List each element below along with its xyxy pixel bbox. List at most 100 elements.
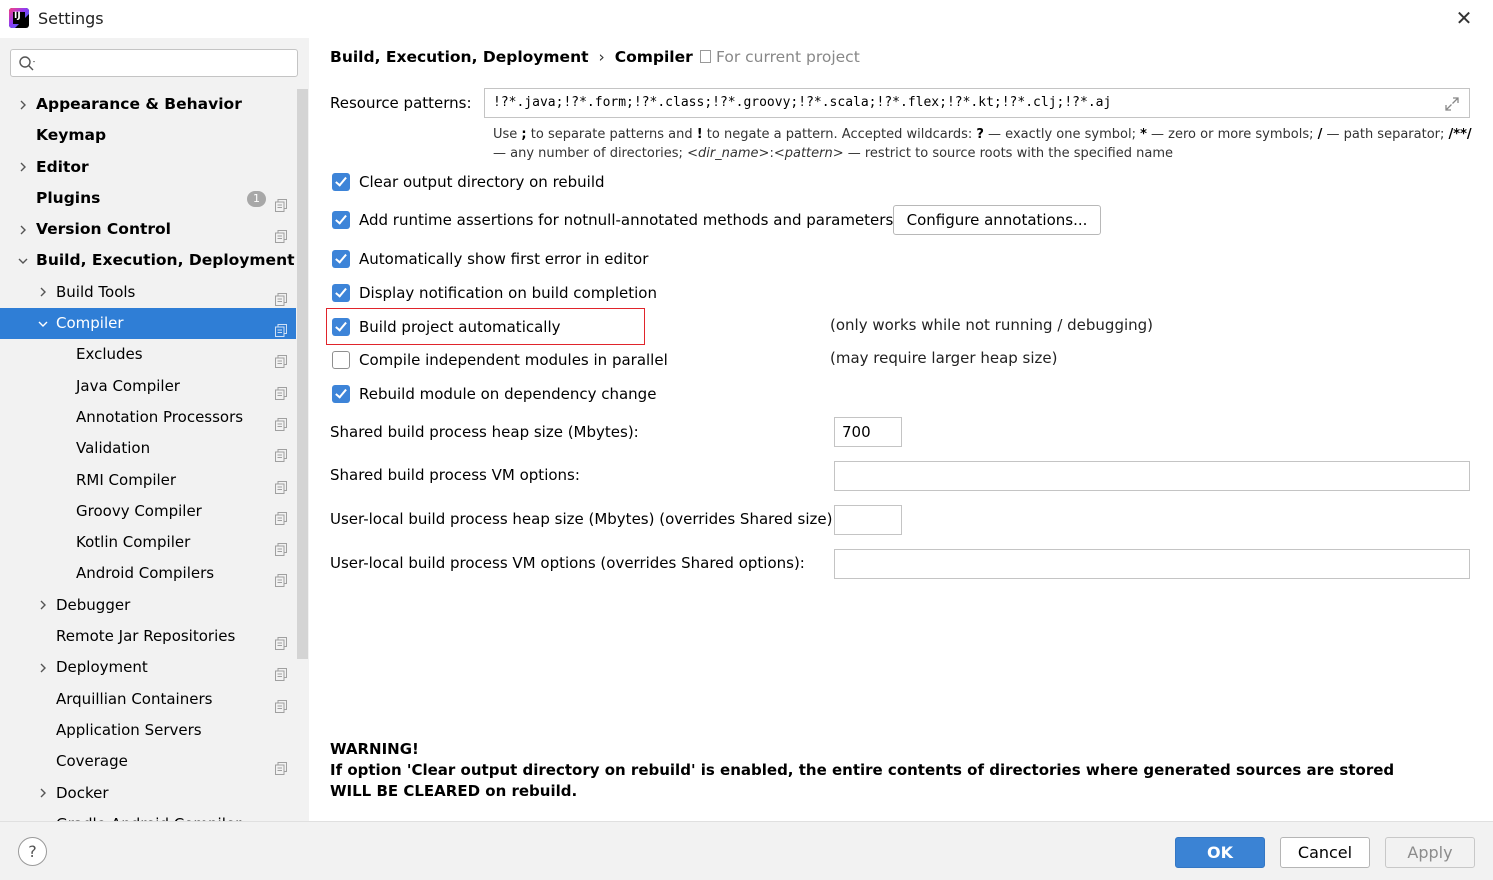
sidebar-item-label: Version Control bbox=[36, 220, 171, 239]
sidebar-item-deployment[interactable]: Deployment bbox=[0, 652, 296, 683]
warning-title: WARNING! bbox=[330, 740, 419, 758]
resource-patterns-input[interactable]: !?*.java;!?*.form;!?*.class;!?*.groovy;!… bbox=[484, 88, 1470, 118]
sidebar-item-label: Arquillian Containers bbox=[56, 689, 213, 708]
project-level-icon bbox=[275, 223, 287, 244]
sidebar-item-android-compilers[interactable]: Android Compilers bbox=[0, 558, 296, 589]
build-automatically-checkbox[interactable] bbox=[332, 318, 350, 336]
window-title: Settings bbox=[38, 9, 104, 28]
sidebar-item-editor[interactable]: Editor bbox=[0, 152, 296, 183]
close-icon[interactable]: ✕ bbox=[1452, 6, 1476, 30]
sidebar-scrollbar-thumb[interactable] bbox=[297, 89, 308, 659]
chevron-right-icon[interactable] bbox=[36, 652, 50, 683]
chevron-right-icon[interactable] bbox=[16, 214, 30, 245]
chevron-right-icon[interactable] bbox=[36, 277, 50, 308]
chevron-down-icon[interactable] bbox=[16, 245, 30, 276]
project-level-icon bbox=[275, 411, 287, 431]
sidebar-item-rmi-compiler[interactable]: RMI Compiler bbox=[0, 465, 296, 496]
shared-vm-input[interactable] bbox=[834, 461, 1470, 491]
configure-annotations-button[interactable]: Configure annotations... bbox=[893, 205, 1101, 235]
clear-output-option[interactable]: Clear output directory on rebuild bbox=[332, 171, 605, 193]
sidebar-item-label: Java Compiler bbox=[76, 376, 180, 395]
clear-output-checkbox[interactable] bbox=[332, 173, 350, 191]
sidebar-item-docker[interactable]: Docker bbox=[0, 778, 296, 809]
sidebar-item-appearance-behavior[interactable]: Appearance & Behavior bbox=[0, 89, 296, 120]
sidebar-item-remote-jar-repositories[interactable]: Remote Jar Repositories bbox=[0, 621, 296, 652]
chevron-down-icon[interactable] bbox=[36, 308, 50, 339]
scope-label: For current project bbox=[716, 48, 860, 66]
rebuild-dependency-checkbox[interactable] bbox=[332, 385, 350, 403]
chevron-right-icon[interactable] bbox=[36, 778, 50, 809]
project-level-icon bbox=[275, 348, 287, 369]
settings-tree: Appearance & Behavior Keymap Editor Plugins… bbox=[0, 89, 296, 821]
sidebar-item-label: RMI Compiler bbox=[76, 470, 177, 489]
user-vm-input[interactable] bbox=[834, 549, 1470, 579]
rebuild-dependency-option[interactable]: Rebuild module on dependency change bbox=[332, 383, 656, 405]
runtime-assertions-checkbox[interactable] bbox=[332, 211, 350, 229]
apply-button[interactable]: Apply bbox=[1385, 837, 1475, 868]
sidebar-item-java-compiler[interactable]: Java Compiler bbox=[0, 371, 296, 402]
sidebar-item-label: Build, Execution, Deployment bbox=[36, 251, 295, 270]
notify-completion-option[interactable]: Display notification on build completion bbox=[332, 282, 657, 304]
project-scope-icon bbox=[700, 50, 711, 63]
warning-text: If option 'Clear output directory on reb… bbox=[330, 761, 1395, 800]
title-bar: IJ Settings ✕ bbox=[0, 0, 1493, 38]
resource-patterns-label: Resource patterns: bbox=[330, 94, 472, 112]
sidebar-item-label: Deployment bbox=[56, 658, 148, 677]
sidebar-item-label: Keymap bbox=[36, 126, 107, 145]
sidebar-item-annotation-processors[interactable]: Annotation Processors bbox=[0, 402, 296, 433]
build-automatically-note: (only works while not running / debuggin… bbox=[830, 316, 1154, 334]
sidebar-item-keymap[interactable]: Keymap bbox=[0, 120, 296, 151]
show-first-error-option[interactable]: Automatically show first error in editor bbox=[332, 248, 648, 270]
project-level-icon bbox=[275, 192, 287, 212]
shared-heap-input[interactable]: 700 bbox=[834, 417, 902, 447]
user-heap-label: User-local build process heap size (Mbyt… bbox=[330, 510, 838, 528]
sidebar-item-plugins[interactable]: Plugins 1 bbox=[0, 183, 296, 214]
sidebar-item-build-tools[interactable]: Build Tools bbox=[0, 277, 296, 308]
sidebar-item-version-control[interactable]: Version Control bbox=[0, 214, 296, 245]
show-first-error-checkbox[interactable] bbox=[332, 250, 350, 268]
chevron-right-icon[interactable] bbox=[36, 590, 50, 621]
sidebar-item-label: Application Servers bbox=[56, 720, 202, 739]
settings-sidebar: Appearance & Behavior Keymap Editor Plugins… bbox=[0, 38, 309, 821]
build-automatically-option[interactable]: Build project automatically bbox=[332, 316, 561, 338]
notify-completion-checkbox[interactable] bbox=[332, 284, 350, 302]
sidebar-item-validation[interactable]: Validation bbox=[0, 433, 296, 464]
chevron-right-icon[interactable] bbox=[16, 89, 30, 120]
project-level-icon bbox=[275, 380, 287, 400]
sidebar-item-label: Plugins bbox=[36, 188, 101, 207]
project-level-icon bbox=[275, 630, 287, 651]
user-heap-input[interactable] bbox=[834, 505, 902, 535]
sidebar-item-label: Coverage bbox=[56, 752, 128, 771]
sidebar-item-groovy-compiler[interactable]: Groovy Compiler bbox=[0, 496, 296, 527]
breadcrumb-separator: › bbox=[598, 48, 605, 66]
sidebar-item-arquillian-containers[interactable]: Arquillian Containers bbox=[0, 684, 296, 715]
intellij-logo-icon: IJ bbox=[9, 8, 29, 28]
cancel-button[interactable]: Cancel bbox=[1280, 837, 1370, 868]
sidebar-item-coverage[interactable]: Coverage bbox=[0, 746, 296, 777]
parallel-compile-option[interactable]: Compile independent modules in parallel bbox=[332, 349, 668, 371]
sidebar-item-compiler[interactable]: Compiler bbox=[0, 308, 296, 340]
search-input[interactable] bbox=[10, 49, 298, 77]
sidebar-item-build-execution-deployment[interactable]: Build, Execution, Deployment bbox=[0, 245, 296, 276]
sidebar-item-gradle-android-compiler[interactable]: Gradle-Android Compiler bbox=[0, 809, 296, 821]
parallel-compile-checkbox[interactable] bbox=[332, 351, 350, 369]
project-level-icon bbox=[275, 474, 287, 494]
sidebar-item-label: Annotation Processors bbox=[76, 407, 244, 426]
project-level-icon bbox=[275, 317, 287, 338]
user-vm-label: User-local build process VM options (ove… bbox=[330, 554, 805, 572]
chevron-right-icon[interactable] bbox=[16, 152, 30, 183]
parallel-compile-note: (may require larger heap size) bbox=[830, 349, 1058, 367]
sidebar-item-application-servers[interactable]: Application Servers bbox=[0, 715, 296, 746]
sidebar-item-kotlin-compiler[interactable]: Kotlin Compiler bbox=[0, 527, 296, 558]
sidebar-item-excludes[interactable]: Excludes bbox=[0, 339, 296, 370]
sidebar-item-label: Gradle-Android Compiler bbox=[56, 809, 241, 821]
help-button[interactable]: ? bbox=[18, 837, 47, 866]
runtime-assertions-option[interactable]: Add runtime assertions for notnull-annot… bbox=[332, 209, 893, 231]
resource-patterns-help: Use ; to separate patterns and ! to nega… bbox=[493, 127, 1472, 161]
expand-icon[interactable] bbox=[1444, 96, 1460, 112]
breadcrumb-parent[interactable]: Build, Execution, Deployment bbox=[330, 48, 589, 66]
ok-button[interactable]: OK bbox=[1175, 837, 1265, 868]
sidebar-item-debugger[interactable]: Debugger bbox=[0, 590, 296, 621]
compiler-settings-panel: Build, Execution, Deployment › Compiler Fo… bbox=[309, 38, 1493, 821]
update-count-badge: 1 bbox=[247, 190, 266, 207]
